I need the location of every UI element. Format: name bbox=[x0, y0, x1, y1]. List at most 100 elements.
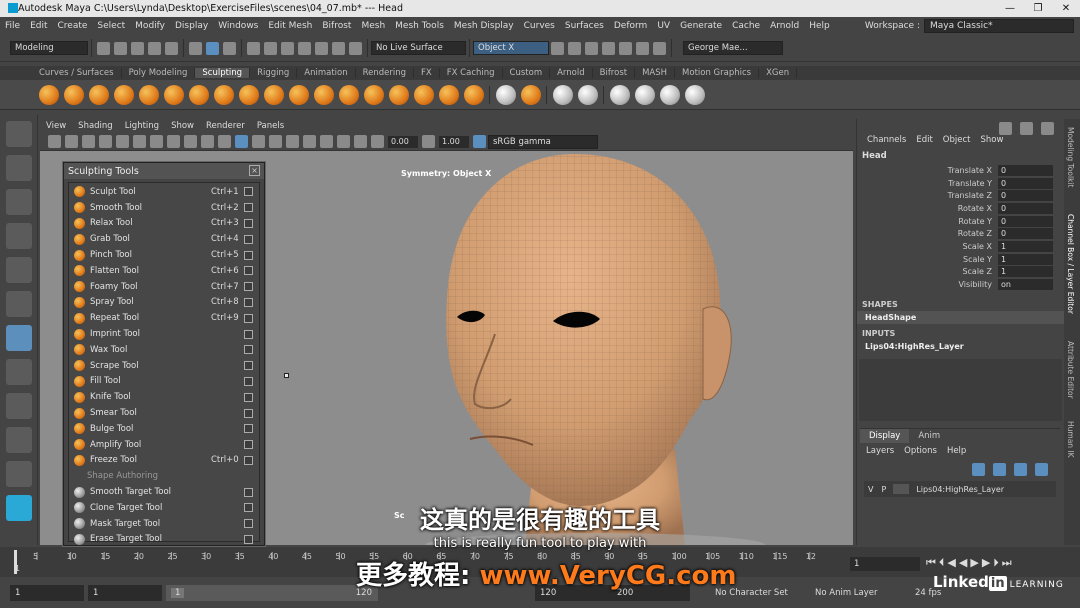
menu-uv[interactable]: UV bbox=[652, 21, 675, 31]
tool-option-checkbox[interactable] bbox=[244, 424, 253, 434]
menu-generate[interactable]: Generate bbox=[675, 21, 727, 31]
tool-option-checkbox[interactable] bbox=[244, 313, 253, 323]
tool-option-checkbox[interactable] bbox=[244, 503, 253, 513]
vp-menu-renderer[interactable]: Renderer bbox=[200, 121, 251, 131]
shelf-tab-arnold[interactable]: Arnold bbox=[550, 68, 593, 78]
tool-option-checkbox[interactable] bbox=[244, 297, 253, 307]
start-time-field[interactable]: 1 bbox=[10, 585, 84, 601]
show-channel-box-icon[interactable] bbox=[999, 122, 1012, 135]
smooth-shade-icon[interactable] bbox=[235, 135, 248, 148]
layer-tab-display[interactable]: Display bbox=[860, 429, 910, 443]
attribute-value[interactable]: 1 bbox=[998, 240, 1053, 252]
smear-tool-icon[interactable] bbox=[388, 84, 409, 105]
menu-display[interactable]: Display bbox=[170, 21, 213, 31]
xray-icon[interactable] bbox=[337, 135, 350, 148]
tool-item[interactable]: Clone Target Tool bbox=[69, 500, 259, 516]
snap-grid-icon[interactable] bbox=[247, 41, 260, 55]
tool-option-checkbox[interactable] bbox=[244, 187, 253, 197]
cb-menu-object[interactable]: Object bbox=[943, 135, 971, 145]
tool-option-checkbox[interactable] bbox=[244, 250, 253, 260]
tool-item[interactable]: Pinch Tool Ctrl+5 bbox=[69, 247, 259, 263]
attribute-row[interactable]: Scale Z 1 bbox=[857, 266, 1064, 279]
scale-tool-icon[interactable] bbox=[6, 291, 32, 317]
render-settings-icon[interactable] bbox=[585, 41, 598, 55]
vp-menu-panels[interactable]: Panels bbox=[251, 121, 290, 131]
vp-menu-shading[interactable]: Shading bbox=[72, 121, 119, 131]
convert-freeze-icon[interactable] bbox=[495, 84, 516, 105]
render-view-icon[interactable] bbox=[619, 41, 632, 55]
menu-mesh-tools[interactable]: Mesh Tools bbox=[390, 21, 449, 31]
move-layer-up-icon[interactable] bbox=[972, 463, 985, 476]
layer-menu-help[interactable]: Help bbox=[947, 446, 966, 456]
menu-curves[interactable]: Curves bbox=[519, 21, 560, 31]
color-space-dropdown[interactable]: sRGB gamma bbox=[488, 134, 598, 149]
tool-option-checkbox[interactable] bbox=[244, 266, 253, 276]
attribute-value[interactable]: 0 bbox=[998, 215, 1053, 227]
tool-item[interactable]: Smear Tool bbox=[69, 405, 259, 421]
cb-menu-edit[interactable]: Edit bbox=[916, 135, 932, 145]
new-scene-icon[interactable] bbox=[97, 41, 110, 55]
tool-item[interactable]: Smooth Tool Ctrl+2 bbox=[69, 200, 259, 216]
four-view-icon[interactable] bbox=[6, 393, 32, 419]
active-sculpt-tool-icon[interactable] bbox=[6, 325, 32, 351]
sculpt-tool-icon[interactable] bbox=[38, 84, 59, 105]
tool-option-checkbox[interactable] bbox=[244, 440, 253, 450]
attribute-row[interactable]: Visibility on bbox=[857, 278, 1064, 291]
uv-freeze-icon[interactable] bbox=[520, 84, 541, 105]
new-layer-selected-icon[interactable] bbox=[1035, 463, 1048, 476]
flatten-tool-icon[interactable] bbox=[163, 84, 184, 105]
shelf-tab-curves-surfaces[interactable]: Curves / Surfaces bbox=[32, 68, 122, 78]
live-surface-field[interactable]: No Live Surface bbox=[371, 41, 466, 55]
erase-icon[interactable] bbox=[684, 84, 705, 105]
attribute-value[interactable]: 0 bbox=[998, 190, 1053, 202]
grab-tool-icon[interactable] bbox=[113, 84, 134, 105]
tool-option-checkbox[interactable] bbox=[244, 234, 253, 244]
menu-mesh[interactable]: Mesh bbox=[356, 21, 390, 31]
paint-select-icon[interactable] bbox=[6, 189, 32, 215]
tool-item[interactable]: Amplify Tool bbox=[69, 437, 259, 453]
tool-option-checkbox[interactable] bbox=[244, 534, 253, 544]
shelf-tab-rendering[interactable]: Rendering bbox=[356, 68, 415, 78]
ipr-render-icon[interactable] bbox=[568, 41, 581, 55]
texture-deformer-icon[interactable] bbox=[634, 84, 655, 105]
side-tab-human-ik[interactable]: Human IK bbox=[1066, 421, 1075, 458]
snap-view-icon[interactable] bbox=[298, 41, 311, 55]
spray-tool-icon[interactable] bbox=[213, 84, 234, 105]
attribute-value[interactable]: 0 bbox=[998, 164, 1053, 176]
tool-option-checkbox[interactable] bbox=[244, 408, 253, 418]
wax-tool-icon[interactable] bbox=[288, 84, 309, 105]
attribute-row[interactable]: Rotate Y 0 bbox=[857, 215, 1064, 228]
attribute-value[interactable]: 0 bbox=[998, 177, 1053, 189]
tool-option-checkbox[interactable] bbox=[244, 487, 253, 497]
film-gate-icon[interactable] bbox=[133, 135, 146, 148]
scrape-tool-icon[interactable] bbox=[313, 84, 334, 105]
tool-item[interactable]: Freeze Tool Ctrl+0 bbox=[69, 453, 259, 469]
pause-icon[interactable] bbox=[653, 41, 666, 55]
symmetry-field[interactable]: Object X bbox=[473, 41, 549, 55]
menu-file[interactable]: File bbox=[0, 21, 25, 31]
tool-option-checkbox[interactable] bbox=[244, 519, 253, 529]
snap-point-icon[interactable] bbox=[281, 41, 294, 55]
snap-magnet-icon[interactable] bbox=[349, 41, 362, 55]
play-forwards-icon[interactable]: ▶ bbox=[970, 556, 978, 570]
freeze-tool-icon[interactable] bbox=[463, 84, 484, 105]
shape-editor-icon[interactable] bbox=[609, 84, 630, 105]
layer-row[interactable]: V P Lips04:HighRes_Layer bbox=[864, 481, 1056, 497]
step-forward-key-icon[interactable]: ⏵ bbox=[993, 556, 999, 570]
play-icon[interactable] bbox=[636, 41, 649, 55]
menu-edit-mesh[interactable]: Edit Mesh bbox=[263, 21, 317, 31]
menu-set-dropdown[interactable]: Modeling bbox=[10, 41, 88, 55]
show-tool-settings-icon[interactable] bbox=[1041, 122, 1054, 135]
tool-option-checkbox[interactable] bbox=[244, 392, 253, 402]
step-back-frame-icon[interactable]: ◀ bbox=[947, 556, 955, 570]
attribute-row[interactable]: Rotate X 0 bbox=[857, 202, 1064, 215]
fill-tool-icon[interactable] bbox=[338, 84, 359, 105]
tool-option-checkbox[interactable] bbox=[244, 203, 253, 213]
gate-mask-icon[interactable] bbox=[167, 135, 180, 148]
menu-help[interactable]: Help bbox=[804, 21, 835, 31]
tool-item[interactable]: Mask Target Tool bbox=[69, 516, 259, 532]
step-forward-frame-icon[interactable]: ▶ bbox=[982, 556, 990, 570]
menu-bifrost[interactable]: Bifrost bbox=[317, 21, 356, 31]
gamma-field[interactable]: 1.00 bbox=[439, 135, 469, 148]
tool-option-checkbox[interactable] bbox=[244, 376, 253, 386]
